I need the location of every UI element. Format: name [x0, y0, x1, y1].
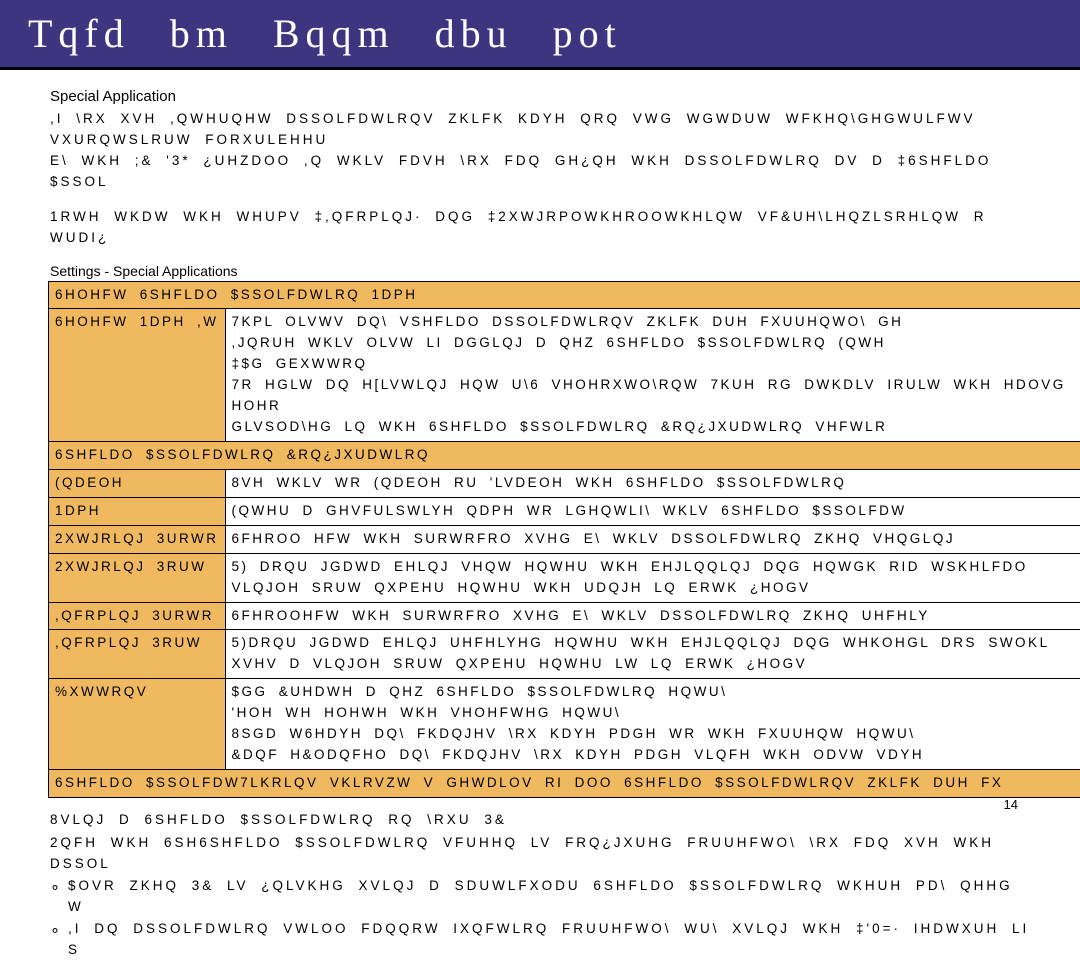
- page-content: Special Application ,I \RX XVH ,QWHUQHW …: [0, 70, 1080, 961]
- page-number: 14: [1004, 797, 1018, 812]
- row-body-buttons: $GG &UHDWH D QHZ 6SHFLDO $SSOLFDWLRQ HQW…: [225, 679, 1080, 770]
- table-heading: Settings - Special Applications: [50, 263, 1030, 279]
- row-label-select-name: 6HOHFW 1DPH ,W: [49, 309, 226, 442]
- row-label-outproto: 2XWJRLQJ 3URWR: [49, 525, 226, 553]
- row-body-name: (QWHU D GHVFULSWLYH QDPH WR LGHQWLI\ WKL…: [225, 497, 1080, 525]
- row-header-2: 6SHFLDO $SSOLFDWLRQ &RQ¿JXUDWLRQ: [49, 441, 1080, 469]
- row-label-outport: 2XWJRLQJ 3RUW: [49, 553, 226, 602]
- section-heading: Special Application: [50, 88, 1030, 105]
- post-line: 2QFH WKH 6SH6SHFLDO $SSOLFDWLRQ VFUHHQ L…: [50, 833, 1030, 875]
- intro-paragraph-1: ,I \RX XVH ,QWHUQHW DSSOLFDWLRQV ZKLFK K…: [50, 109, 1030, 193]
- bullet-list: $OVR ZKHQ 3& LV ¿QLVKHG XVLQJ D SDUWLFXO…: [68, 875, 1030, 961]
- settings-table: 6HOHFW 6SHFLDO $SSOLFDWLRQ 1DPH 6HOHFW 1…: [48, 281, 1080, 798]
- row-body-outport: 5) DRQU JGDWD EHLQJ VHQW HQWHU WKH EHJLQ…: [225, 553, 1080, 602]
- row-header-1: 6HOHFW 6SHFLDO $SSOLFDWLRQ 1DPH: [49, 281, 1080, 309]
- post-heading: 8VLQJ D 6SHFLDO $SSOLFDWLRQ RQ \RXU 3&: [50, 810, 1030, 831]
- row-label-inproto: ,QFRPLQJ 3URWR: [49, 602, 226, 630]
- row-footer: 6SHFLDO $SSOLFDW7LKRLQV VKLRVZW V GHWDLO…: [49, 769, 1080, 797]
- row-label-buttons: %XWWRQV: [49, 679, 226, 770]
- page-banner: Tqfd bm Bqqm dbu pot: [0, 0, 1080, 70]
- row-label-name: 1DPH: [49, 497, 226, 525]
- row-body-outproto: 6FHROO HFW WKH SURWRFRO XVHG E\ WKLV DSS…: [225, 525, 1080, 553]
- row-body-inport: 5)DRQU JGDWD EHLQJ UHFHLYHG HQWHU WKH EH…: [225, 630, 1080, 679]
- bullet-1: $OVR ZKHQ 3& LV ¿QLVKHG XVLQJ D SDUWLFXO…: [68, 875, 1030, 918]
- banner-title: Tqfd bm Bqqm dbu pot: [28, 10, 622, 57]
- intro-paragraph-2: 1RWH WKDW WKH WHUPV ‡,QFRPLQJ· DQG ‡2XWJ…: [50, 207, 1030, 249]
- bullet-2: ,I DQ DSSOLFDWLRQ VWLOO FDQQRW IXQFWLRQ …: [68, 918, 1030, 961]
- row-label-enable: (QDEOH: [49, 469, 226, 497]
- row-label-inport: ,QFRPLQJ 3RUW: [49, 630, 226, 679]
- row-body-inproto: 6FHROOHFW WKH SURWRFRO XVHG E\ WKLV DSSO…: [225, 602, 1080, 630]
- row-body-select-name: 7KPL OLVWV DQ\ VSHFLDO DSSOLFDWLRQV ZKLF…: [225, 309, 1080, 442]
- row-body-enable: 8VH WKLV WR (QDEOH RU 'LVDEOH WKH 6SHFLD…: [225, 469, 1080, 497]
